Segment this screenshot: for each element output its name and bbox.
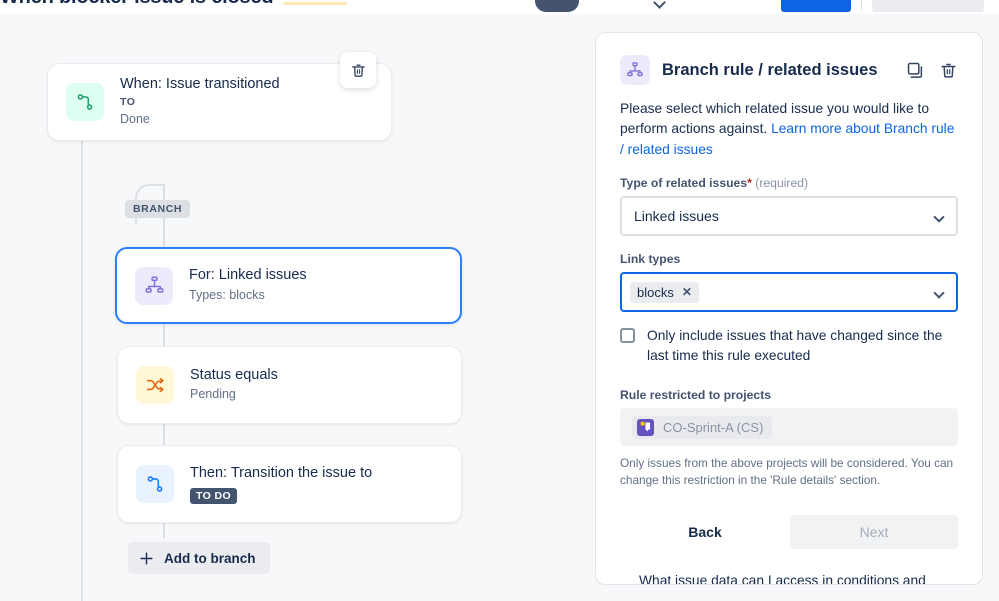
next-button: Next [790,515,958,550]
rule-restricted-projects-label: Rule restricted to projects [620,388,772,403]
trigger-sub-value: Done [120,112,150,127]
rule-details-button[interactable] [872,0,984,12]
link-type-tag: blocks ✕ [630,281,699,303]
link-types-select[interactable]: blocks ✕ [620,272,958,313]
branch-card[interactable]: For: Linked issues Types: blocks [115,247,462,324]
action-card[interactable]: Then: Transition the issue to TO DO [117,445,462,523]
trash-icon[interactable] [939,61,958,80]
panel-button-row: Back Next [620,515,958,550]
link-types-label: Link types [620,252,681,267]
condition-card-body: Status equals Pending [190,366,278,404]
panel-description: Please select which related issue you wo… [620,99,958,160]
status-badge: TO DO [190,487,238,504]
only-changed-issues-row[interactable]: Only include issues that have changed si… [620,326,958,366]
link-type-tag-label: blocks [637,284,674,300]
project-chip: CO-Sprint-A (CS) [632,415,773,439]
trigger-sub-label: TO [120,95,136,108]
type-label-text: Type of related issues [620,176,748,191]
top-bar: When blocker issue is closed [0,0,999,14]
rule-status-pill[interactable] [535,0,579,12]
plus-icon [138,550,155,567]
panel-header: Branch rule / related issues [620,55,958,85]
condition-card-sub: Pending [190,387,236,402]
project-avatar [637,418,654,436]
transition-icon [136,465,174,503]
title-underline [283,2,347,5]
rule-canvas: When: Issue transitioned TO Done BRANCH [0,14,580,601]
branch-rule-config-panel: Branch rule / related issues Please sele… [595,32,983,585]
branch-hierarchy-icon [620,55,650,85]
delete-trigger-button[interactable] [340,52,376,88]
branch-badge: BRANCH [125,200,191,218]
toolbar-divider [861,0,862,10]
remove-tag-icon[interactable]: ✕ [682,285,692,299]
branch-card-title: For: Linked issues [189,267,307,284]
add-to-branch-button[interactable]: Add to branch [128,542,270,574]
chevron-down-icon[interactable] [653,0,666,9]
condition-card[interactable]: Status equals Pending [117,346,462,424]
type-select-value: Linked issues [634,208,719,225]
branch-card-sub: Types: blocks [189,287,265,302]
trigger-title: When: Issue transitioned [120,75,280,92]
action-card-title: Then: Transition the issue to [190,465,373,482]
only-changed-issues-checkbox[interactable] [620,328,635,344]
branch-card-body: For: Linked issues Types: blocks [189,266,307,304]
type-of-related-issues-label: Type of related issues* (required) [620,176,958,190]
projects-helper-text: Only issues from the above projects will… [620,456,954,488]
faq-expander[interactable]: What issue data can I access in conditio… [620,571,958,585]
duplicate-icon[interactable] [906,61,925,80]
chevron-down-icon [933,287,945,299]
panel-title: Branch rule / related issues [662,60,878,79]
only-changed-issues-label: Only include issues that have changed si… [647,328,943,364]
panel-header-actions [906,61,958,80]
transition-icon [66,83,104,121]
rule-title: When blocker issue is closed [0,0,274,9]
add-to-branch-label: Add to branch [164,550,256,566]
faq-question: What issue data can I access in conditio… [639,573,926,585]
turn-on-button[interactable] [781,0,851,12]
chevron-down-icon [933,211,945,223]
action-card-body: Then: Transition the issue to TO DO [190,464,372,504]
trigger-card-body: When: Issue transitioned TO Done [120,75,280,129]
back-button[interactable]: Back [620,515,790,549]
trash-icon [351,64,365,77]
required-note: (required) [755,176,809,191]
branch-hierarchy-icon [135,266,173,305]
project-name: CO-Sprint-A (CS) [663,419,764,435]
canvas-rail-line [81,140,83,601]
automation-rule-builder: When blocker issue is closed When: Is [0,0,999,601]
condition-card-title: Status equals [190,366,278,383]
type-of-related-issues-select[interactable]: Linked issues [620,196,958,237]
shuffle-icon [136,366,174,404]
required-marker: * [747,176,752,191]
rule-restricted-projects-field: CO-Sprint-A (CS) [620,408,958,447]
